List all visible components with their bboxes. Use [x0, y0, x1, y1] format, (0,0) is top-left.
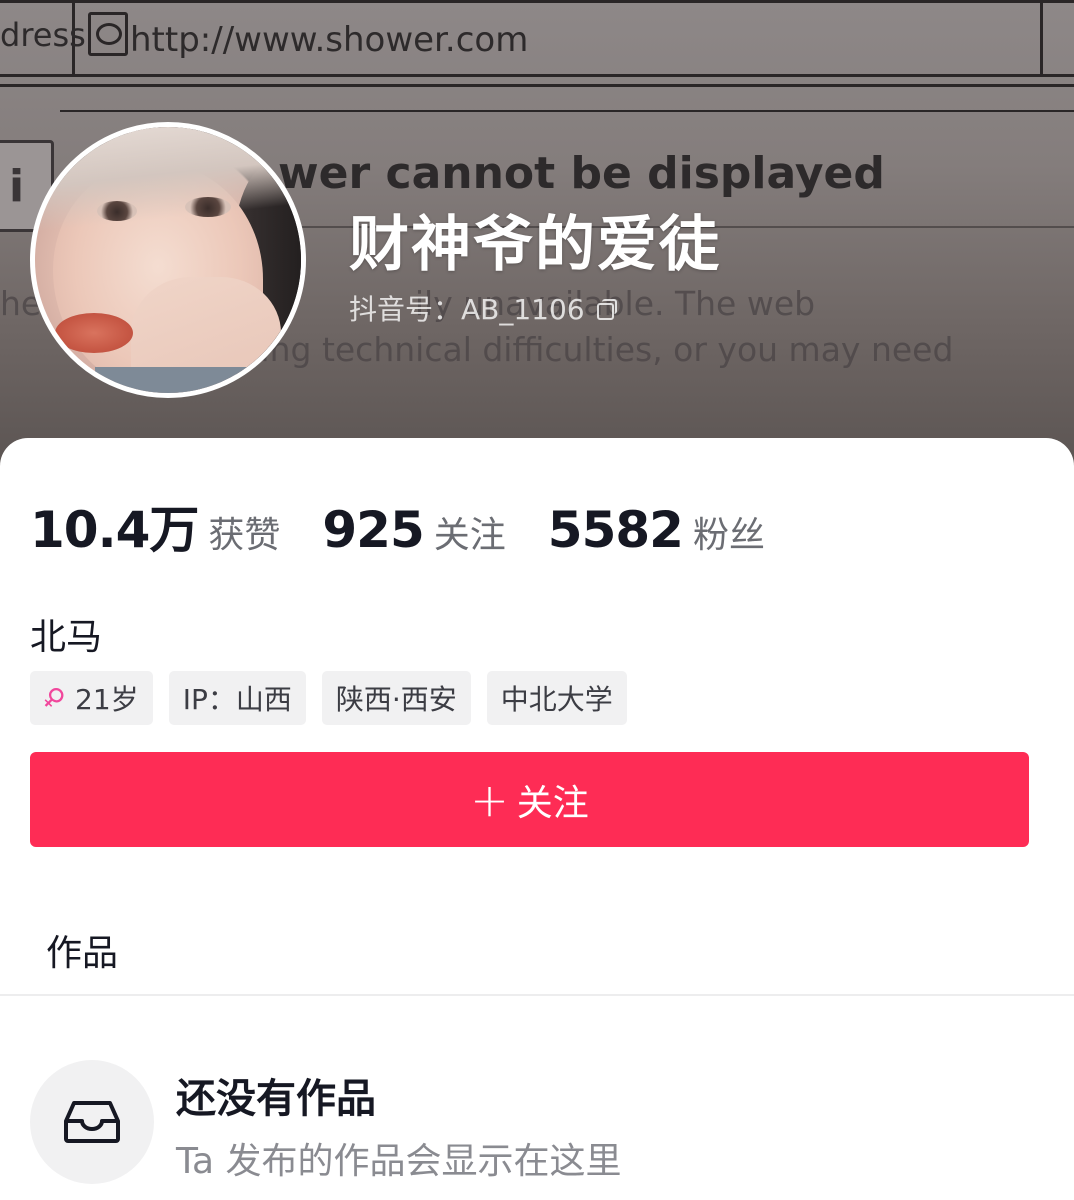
tab-works[interactable]: 作品 — [46, 924, 118, 976]
avatar-lips — [55, 313, 133, 353]
account-id-text: 抖音号：AB_1106 — [349, 293, 585, 326]
avatar-eye — [185, 197, 231, 217]
cover-line — [60, 110, 1074, 112]
tag-location: 陕西·西安 — [321, 671, 471, 725]
profile-card: 10.4万 获赞 925 关注 5582 粉丝 北马 ♀ 21岁 IP：山西 陕… — [0, 438, 1074, 1200]
stat-likes-value: 10.4万 — [30, 501, 199, 559]
cover-address-text: dress — [0, 16, 86, 54]
empty-state-subtitle: Ta 发布的作品会显示在这里 — [176, 1141, 622, 1182]
tag-school[interactable]: 中北大学 — [486, 671, 627, 725]
inbox-icon — [64, 1101, 120, 1143]
female-icon: ♀ — [36, 680, 71, 716]
stat-following-label: 关注 — [433, 515, 506, 556]
info-glyph: i — [9, 161, 25, 212]
avatar-eye — [97, 201, 137, 221]
profile-cover: dress http://www.shower.com i wer cannot… — [0, 0, 1074, 470]
profile-nickname: 财神爷的爱徒 — [349, 210, 721, 280]
account-id[interactable]: 抖音号：AB_1106 — [349, 288, 617, 328]
cover-line — [0, 74, 1074, 77]
cover-line — [1040, 0, 1043, 74]
profile-tags: ♀ 21岁 IP：山西 陕西·西安 中北大学 — [30, 671, 627, 725]
stat-following-value: 925 — [322, 501, 424, 559]
page-icon — [88, 12, 128, 56]
avatar-sleeve — [95, 367, 295, 393]
empty-state-title: 还没有作品 — [176, 1076, 376, 1122]
avatar[interactable] — [30, 122, 306, 398]
tag-age: ♀ 21岁 — [30, 671, 153, 725]
stat-likes[interactable]: 10.4万 获赞 — [30, 490, 280, 562]
cover-heading-text: wer cannot be displayed — [278, 148, 885, 199]
empty-state-icon-wrap — [30, 1060, 154, 1184]
follow-button[interactable]: + 关注 — [30, 752, 1029, 847]
follow-button-label: 关注 — [516, 782, 589, 824]
stat-followers-value: 5582 — [547, 501, 684, 559]
stat-followers-label: 粉丝 — [692, 515, 765, 556]
profile-bio: 北马 — [30, 617, 103, 658]
cover-line — [0, 84, 1074, 87]
tab-divider — [0, 994, 1074, 996]
stat-followers[interactable]: 5582 粉丝 — [548, 501, 765, 559]
tag-age-text: 21岁 — [75, 683, 139, 716]
cover-url-text: http://www.shower.com — [130, 20, 529, 60]
tag-ip: IP：山西 — [168, 671, 306, 725]
plus-icon: + — [470, 772, 509, 827]
stat-likes-label: 获赞 — [208, 515, 281, 556]
profile-stats: 10.4万 获赞 925 关注 5582 粉丝 — [30, 490, 807, 562]
stat-following[interactable]: 925 关注 — [322, 501, 505, 559]
copy-icon[interactable] — [596, 299, 617, 320]
cover-line — [0, 0, 1074, 3]
